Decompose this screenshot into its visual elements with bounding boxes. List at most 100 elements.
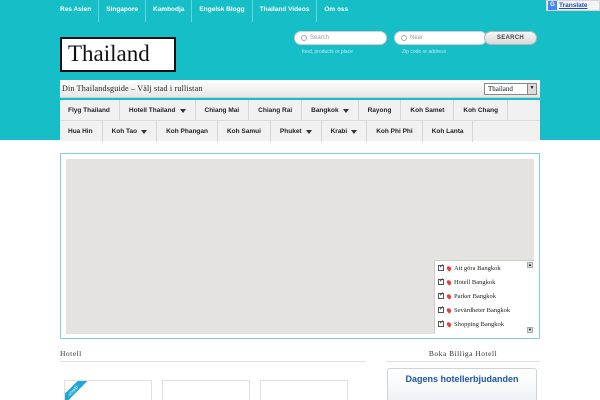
map-pin-icon — [445, 292, 453, 300]
search-icon — [301, 35, 307, 41]
menu-item-hotell-thailand[interactable]: Hotell Thailand — [120, 100, 196, 121]
menu-item-koh-lanta[interactable]: Koh Lanta — [423, 121, 474, 142]
search-placeholder: Search — [310, 35, 330, 41]
map-pin-icon — [445, 264, 453, 272]
menu-item-rayong[interactable]: Rayong — [359, 100, 402, 121]
topnav-engelsk-blogg[interactable]: Engelsk Blogg — [191, 0, 251, 22]
menu-item-koh-phi-phi[interactable]: Koh Phi Phi — [367, 121, 423, 142]
checkbox[interactable] — [438, 305, 444, 313]
topnav-om-oss[interactable]: Om oss — [316, 0, 355, 22]
menu-item-koh-tao[interactable]: Koh Tao — [103, 121, 158, 142]
topnav-singapore[interactable]: Singapore — [98, 0, 145, 22]
google-translate-icon: G — [548, 1, 557, 10]
menu-label: Flyg Thailand — [68, 107, 110, 114]
translate-label: Translate — [559, 2, 588, 9]
featured-ribbon: utvald — [65, 381, 89, 400]
city-select-value: Thailand — [488, 85, 513, 93]
legend-label: Att göra Bangkok — [454, 264, 501, 272]
menu-item-bangkok[interactable]: Bangkok — [302, 100, 359, 121]
location-icon — [401, 35, 407, 41]
caret-down-icon — [305, 129, 312, 134]
legend-label: Sevärdheter Bangkok — [454, 306, 511, 314]
hotel-deals-label: Dagens hotellerbjudanden — [405, 374, 519, 384]
menu-label: Koh Lanta — [431, 128, 464, 135]
menu-item-krabi[interactable]: Krabi — [322, 121, 368, 142]
menu-label: Chiang Mai — [204, 107, 240, 114]
menu-label: Koh Samet — [410, 107, 445, 114]
menu-label: Hotell Thailand — [128, 107, 176, 114]
translate-button[interactable]: G Translate — [546, 0, 600, 11]
menu-item-koh-samui[interactable]: Koh Samui — [218, 121, 271, 142]
hotel-card[interactable] — [162, 380, 250, 400]
search-button[interactable]: SEARCH — [484, 31, 537, 45]
menu-item-chiang-mai[interactable]: Chiang Mai — [196, 100, 250, 121]
topnav-kambodja[interactable]: Kambodja — [145, 0, 191, 22]
menu-label: Koh Chang — [463, 107, 499, 114]
map-pin-icon — [445, 320, 453, 328]
search-query-group: Search food, products or place — [294, 31, 387, 55]
menu-item-hua-hin[interactable]: Hua Hin — [60, 121, 103, 142]
site-logo[interactable]: Thailand — [60, 37, 176, 72]
near-input[interactable]: Near — [394, 31, 487, 45]
menu-label: Koh Phangan — [166, 128, 208, 135]
main-menu-row-1: Flyg Thailand Hotell Thailand Chiang Mai… — [60, 100, 540, 121]
city-select[interactable]: Thailand ▼ — [484, 83, 537, 95]
menu-label: Chiang Rai — [258, 107, 293, 114]
caret-down-icon — [342, 108, 349, 113]
topnav-res-asien[interactable]: Res Asien — [60, 0, 98, 22]
menu-label: Koh Phi Phi — [376, 128, 413, 135]
divider — [386, 361, 540, 362]
caret-down-icon — [351, 129, 358, 134]
menu-item-koh-phangan[interactable]: Koh Phangan — [157, 121, 218, 142]
legend-item-sevardheter[interactable]: Sevärdheter Bangkok — [435, 303, 534, 317]
hotell-section-title: Hotell — [60, 349, 82, 358]
menu-item-phuket[interactable]: Phuket — [271, 121, 322, 142]
map-canvas[interactable]: ▲ Att göra Bangkok Hotell Bangkok Parker… — [66, 159, 534, 334]
map-pin-icon — [445, 278, 453, 286]
menu-item-flyg-thailand[interactable]: Flyg Thailand — [60, 100, 120, 121]
menu-label: Hua Hin — [68, 128, 93, 135]
legend-label: Hotell Bangkok — [454, 278, 496, 286]
caret-down-icon — [179, 108, 186, 113]
legend-item-shopping[interactable]: Shopping Bangkok — [435, 317, 534, 331]
search-near-group: Near Zip code or address — [394, 31, 487, 55]
legend-label: Shopping Bangkok — [454, 320, 505, 328]
hotel-card[interactable]: utvald — [64, 380, 152, 400]
legend-label: Parker Bangkok — [454, 292, 497, 300]
search-hint: food, products or place — [302, 49, 353, 55]
near-hint: Zip code or address — [402, 49, 447, 55]
menu-label: Koh Tao — [111, 128, 138, 135]
checkbox[interactable] — [438, 291, 444, 299]
menu-label: Koh Samui — [226, 128, 261, 135]
divider — [60, 361, 366, 362]
menu-label: Phuket — [279, 128, 302, 135]
checkbox[interactable] — [438, 263, 444, 271]
main-menu-row-2: Hua Hin Koh Tao Koh Phangan Koh Samui Ph… — [60, 120, 540, 142]
search-input[interactable]: Search — [294, 31, 387, 45]
sidebar-title: Boka Billiga Hotell — [428, 349, 498, 358]
chevron-down-icon: ▼ — [527, 84, 536, 94]
guide-title: Din Thailandsguide – Välj stad i rullist… — [62, 84, 203, 93]
map-legend: ▲ Att göra Bangkok Hotell Bangkok Parker… — [434, 260, 534, 334]
hotel-deals-box[interactable]: Dagens hotellerbjudanden — [387, 368, 537, 400]
legend-scroll-up[interactable]: ▲ — [527, 262, 533, 268]
menu-item-koh-chang[interactable]: Koh Chang — [454, 100, 509, 121]
menu-label: Krabi — [330, 128, 348, 135]
topnav-thailand-videos[interactable]: Thailand Videos — [251, 0, 317, 22]
menu-item-koh-samet[interactable]: Koh Samet — [401, 100, 455, 121]
guide-bar: Din Thailandsguide – Välj stad i rullist… — [60, 80, 540, 98]
checkbox[interactable] — [438, 277, 444, 285]
menu-label: Rayong — [367, 107, 392, 114]
top-navigation: Res Asien Singapore Kambodja Engelsk Blo… — [60, 0, 355, 22]
legend-item-hotell[interactable]: Hotell Bangkok — [435, 275, 534, 289]
menu-item-chiang-rai[interactable]: Chiang Rai — [249, 100, 303, 121]
legend-scroll-down[interactable]: ▼ — [527, 327, 533, 333]
legend-item-parker[interactable]: Parker Bangkok — [435, 289, 534, 303]
legend-item-att-gora[interactable]: Att göra Bangkok — [435, 261, 534, 275]
checkbox[interactable] — [438, 319, 444, 327]
map-pin-icon — [445, 306, 453, 314]
near-placeholder: Near — [410, 35, 424, 41]
menu-label: Bangkok — [311, 107, 339, 114]
caret-down-icon — [141, 129, 148, 134]
hotel-card[interactable] — [260, 380, 348, 400]
